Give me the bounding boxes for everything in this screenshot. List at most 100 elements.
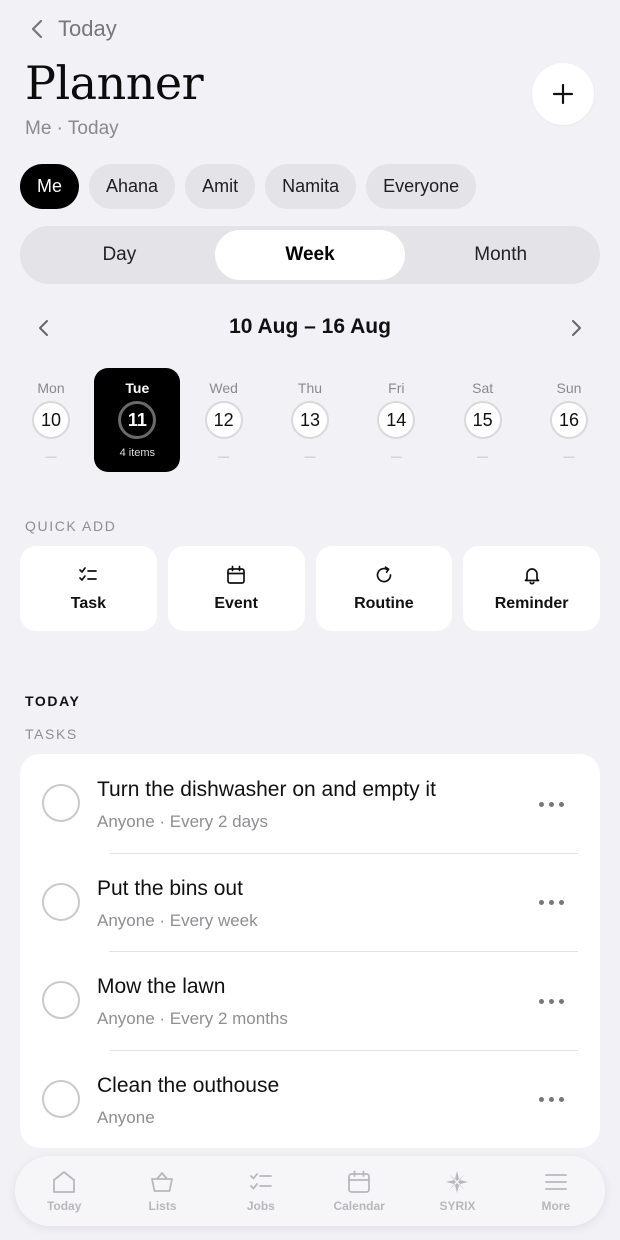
tab-label: Calendar bbox=[333, 1199, 385, 1213]
day-name: Fri bbox=[388, 380, 405, 396]
day-name: Sat bbox=[472, 380, 494, 396]
calendar-icon bbox=[348, 1170, 371, 1193]
task-details: Anyone · Every 2 months bbox=[97, 1009, 288, 1028]
task-checkbox[interactable] bbox=[42, 981, 80, 1019]
chevron-left-icon bbox=[31, 19, 43, 39]
tab-label: More bbox=[541, 1199, 571, 1213]
bell-icon bbox=[524, 567, 539, 585]
task-row[interactable]: Turn the dishwasher on and empty it Anyo… bbox=[20, 754, 600, 853]
quick-add-label: Routine bbox=[354, 594, 414, 612]
day-fri[interactable]: Fri 14 — bbox=[353, 368, 439, 472]
tab-bar: Today Lists Jobs Calendar SYRIX More bbox=[15, 1156, 605, 1226]
view-month[interactable]: Month bbox=[405, 230, 596, 280]
checklist-icon bbox=[249, 1173, 272, 1190]
day-name: Tue bbox=[125, 380, 150, 396]
day-name: Sun bbox=[556, 380, 582, 396]
page-title: Planner bbox=[25, 56, 204, 110]
day-meta: — bbox=[563, 451, 575, 463]
person-chip-me[interactable]: Me bbox=[20, 164, 80, 209]
day-meta: — bbox=[304, 451, 316, 463]
more-options-icon[interactable] bbox=[530, 891, 572, 915]
task-title: Put the bins out bbox=[97, 876, 243, 900]
tab-calendar[interactable]: Calendar bbox=[310, 1156, 408, 1226]
quick-add-reminder-button[interactable]: Reminder bbox=[463, 546, 600, 631]
quick-add-row: Task Event Routine Reminder bbox=[20, 546, 600, 631]
day-mon[interactable]: Mon 10 — bbox=[8, 368, 94, 472]
chevron-left-icon bbox=[39, 320, 48, 336]
more-options-icon[interactable] bbox=[530, 792, 572, 816]
task-checkbox[interactable] bbox=[42, 1079, 80, 1118]
view-week[interactable]: Week bbox=[214, 230, 406, 280]
day-sat[interactable]: Sat 15 — bbox=[440, 368, 526, 472]
person-chip-amit[interactable]: Amit bbox=[185, 164, 256, 209]
day-meta: — bbox=[477, 451, 489, 463]
task-list: Turn the dishwasher on and empty it Anyo… bbox=[20, 754, 600, 1148]
back-button[interactable]: Today bbox=[30, 16, 117, 42]
day-meta: — bbox=[390, 451, 402, 463]
plus-icon bbox=[552, 83, 574, 105]
more-options-icon[interactable] bbox=[530, 989, 572, 1013]
day-number: 13 bbox=[290, 401, 329, 439]
person-chip-namita[interactable]: Namita bbox=[265, 164, 357, 209]
tab-label: SYRIX bbox=[439, 1199, 476, 1213]
day-number: 14 bbox=[377, 401, 416, 439]
quick-add-task-button[interactable]: Task bbox=[20, 546, 157, 631]
task-details: Anyone · Every 2 days bbox=[97, 812, 269, 831]
task-title: Turn the dishwasher on and empty it bbox=[97, 778, 436, 801]
task-row[interactable]: Mow the lawn Anyone · Every 2 months bbox=[20, 951, 600, 1050]
day-thu[interactable]: Thu 13 — bbox=[267, 368, 353, 472]
page-subtitle: Me · Today bbox=[25, 118, 119, 139]
quick-add-routine-button[interactable]: Routine bbox=[315, 546, 453, 631]
day-sun[interactable]: Sun 16 — bbox=[526, 368, 612, 472]
add-button[interactable] bbox=[532, 63, 594, 125]
tab-syrix[interactable]: SYRIX bbox=[408, 1156, 506, 1226]
tab-label: Jobs bbox=[246, 1199, 275, 1213]
more-options-icon[interactable] bbox=[530, 1088, 572, 1112]
home-icon bbox=[53, 1171, 76, 1193]
quick-add-label: Event bbox=[214, 594, 258, 612]
today-heading: TODAY bbox=[25, 693, 81, 709]
task-details: Anyone · Every week bbox=[97, 910, 258, 930]
day-number: 10 bbox=[32, 401, 70, 439]
tab-jobs[interactable]: Jobs bbox=[212, 1156, 310, 1226]
quick-add-label: Task bbox=[70, 594, 107, 612]
day-number: 11 bbox=[118, 401, 157, 439]
task-title: Mow the lawn bbox=[97, 975, 226, 998]
refresh-icon bbox=[376, 565, 392, 582]
tab-label: Lists bbox=[148, 1199, 177, 1213]
task-checkbox[interactable] bbox=[42, 784, 80, 822]
task-row[interactable]: Put the bins out Anyone · Every week bbox=[20, 852, 600, 952]
basket-icon bbox=[151, 1172, 174, 1192]
menu-icon bbox=[544, 1174, 567, 1190]
previous-week-button[interactable] bbox=[32, 316, 56, 340]
day-number: 15 bbox=[463, 401, 502, 439]
task-row[interactable]: Clean the outhouse Anyone bbox=[20, 1049, 600, 1149]
next-week-button[interactable] bbox=[564, 316, 588, 340]
view-day[interactable]: Day bbox=[24, 230, 215, 280]
view-segmented-control: Day Week Month bbox=[20, 226, 600, 284]
tab-more[interactable]: More bbox=[507, 1156, 605, 1226]
tab-today[interactable]: Today bbox=[15, 1156, 113, 1226]
day-tue[interactable]: Tue 11 4 items bbox=[94, 368, 181, 472]
task-checkbox[interactable] bbox=[42, 882, 80, 921]
checklist-icon bbox=[79, 566, 98, 581]
tab-label: Today bbox=[46, 1199, 82, 1213]
date-range-label: 10 Aug – 16 Aug bbox=[229, 315, 391, 338]
person-chip-everyone[interactable]: Everyone bbox=[366, 164, 477, 209]
day-item-count: 4 items bbox=[119, 447, 156, 459]
task-title: Clean the outhouse bbox=[97, 1073, 280, 1097]
syrix-icon bbox=[446, 1171, 469, 1193]
day-name: Wed bbox=[209, 380, 238, 396]
quick-add-heading: QUICK ADD bbox=[25, 518, 117, 534]
person-chip-ahana[interactable]: Ahana bbox=[89, 164, 176, 209]
task-details: Anyone bbox=[97, 1107, 155, 1127]
day-name: Thu bbox=[297, 380, 323, 396]
day-number: 16 bbox=[549, 401, 588, 439]
week-strip: Mon 10 — Tue 11 4 items Wed 12 — Thu 13 … bbox=[8, 368, 612, 472]
quick-add-event-button[interactable]: Event bbox=[167, 546, 305, 631]
day-wed[interactable]: Wed 12 — bbox=[181, 368, 267, 472]
person-filter: Me Ahana Amit Namita Everyone bbox=[20, 164, 477, 209]
chevron-right-icon bbox=[572, 320, 581, 336]
day-meta: — bbox=[218, 451, 230, 463]
tab-lists[interactable]: Lists bbox=[113, 1156, 211, 1226]
